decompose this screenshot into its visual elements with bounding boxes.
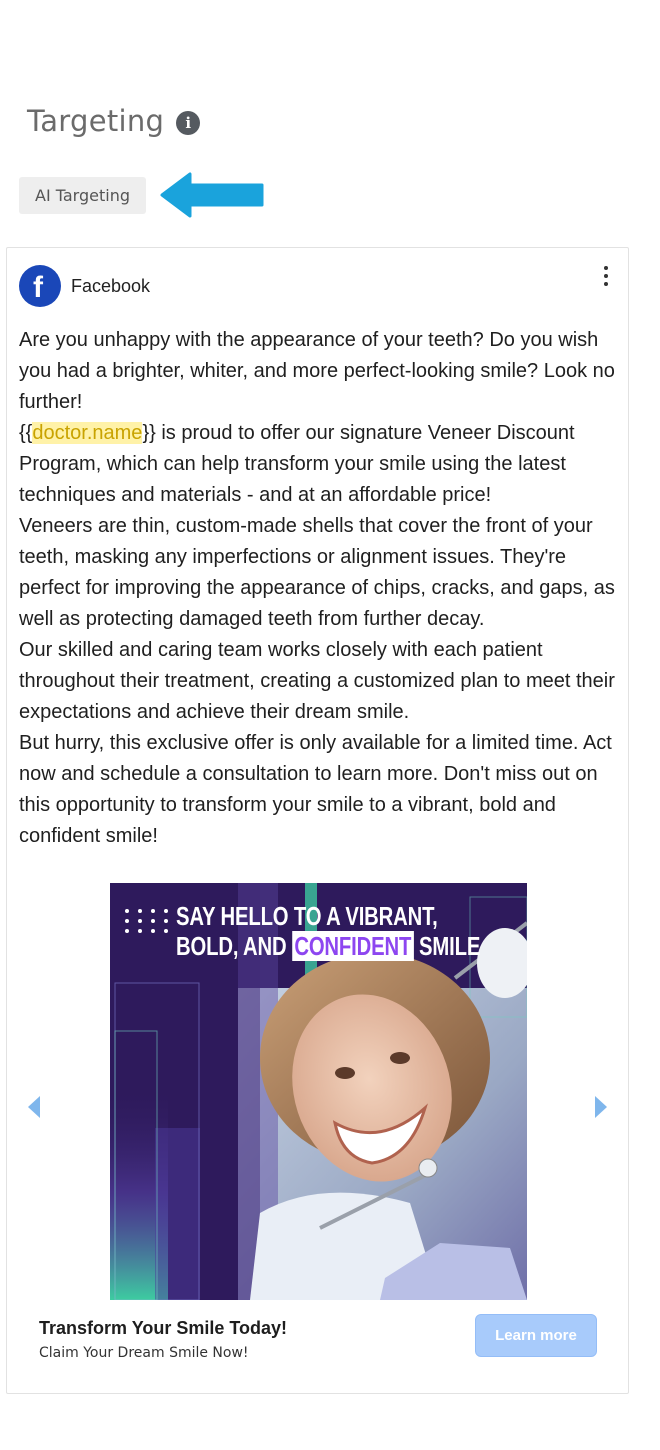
ad-headline: SAY HELLO TO A VIBRANT, BOLD, AND CONFID… [125, 901, 527, 961]
doctor-name-variable: doctor.name [32, 422, 143, 444]
ad-headline-accent: CONFIDENT [291, 931, 414, 961]
post-body-text: Are you unhappy with the appearance of y… [19, 325, 624, 852]
image-carousel: SAY HELLO TO A VIBRANT, BOLD, AND CONFID… [7, 883, 627, 1300]
body-paragraph-5: But hurry, this exclusive offer is only … [19, 732, 612, 847]
info-icon[interactable]: i [176, 110, 201, 135]
facebook-logo-icon: f [19, 265, 61, 307]
post-footer: Transform Your Smile Today! Claim Your D… [39, 1318, 287, 1361]
cta-subtitle: Claim Your Dream Smile Now! [39, 1345, 249, 1361]
ad-creative-image: SAY HELLO TO A VIBRANT, BOLD, AND CONFID… [110, 883, 527, 1300]
section-title: Targeting [27, 104, 165, 138]
ad-headline-line2-post: SMILE [413, 931, 481, 961]
body-paragraph-4: Our skilled and caring team works closel… [19, 639, 615, 723]
platform-name: Facebook [71, 275, 151, 296]
body-paragraph-3: Veneers are thin, custom-made shells tha… [19, 515, 615, 630]
body-paragraph-1: Are you unhappy with the appearance of y… [19, 329, 615, 413]
chevron-right-icon[interactable] [595, 1096, 607, 1118]
section-header: Targeting i [27, 104, 201, 138]
cta-title: Transform Your Smile Today! [39, 1318, 288, 1338]
ai-targeting-chip[interactable]: AI Targeting [19, 177, 146, 214]
body-brace-open: {{ [19, 422, 33, 444]
post-header: f Facebook [19, 265, 150, 307]
arrow-left-icon [160, 172, 264, 218]
ad-headline-line2-pre: BOLD, AND [176, 931, 292, 961]
ad-headline-text: SAY HELLO TO A VIBRANT, BOLD, AND CONFID… [176, 901, 480, 961]
ad-preview-card: f Facebook Are you unhappy with the appe… [6, 247, 629, 1394]
learn-more-button[interactable]: Learn more [475, 1314, 597, 1357]
more-vertical-icon[interactable] [601, 266, 611, 286]
dots-decoration-icon [125, 909, 168, 933]
ad-headline-line1: SAY HELLO TO A VIBRANT, [176, 901, 438, 931]
chevron-left-icon[interactable] [28, 1096, 40, 1118]
